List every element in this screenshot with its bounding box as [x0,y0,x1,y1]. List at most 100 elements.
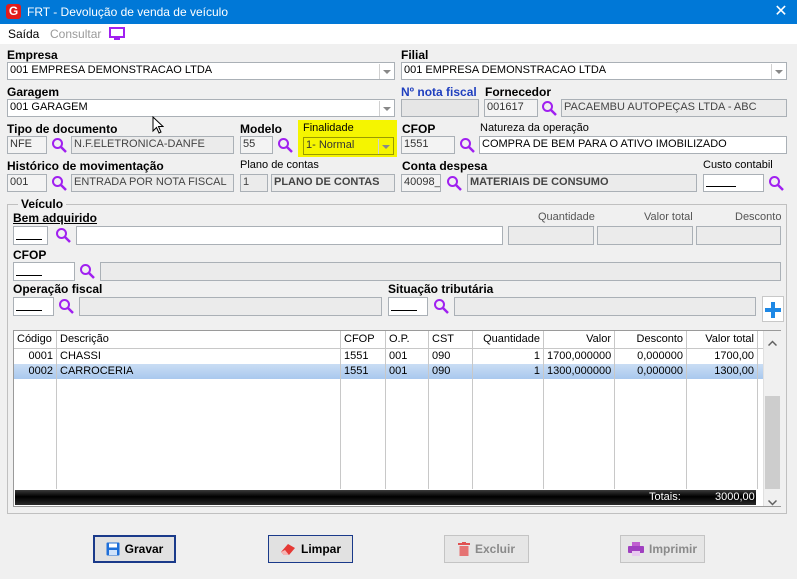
veiculo-cfop-input[interactable] [13,262,75,281]
historico-code-input[interactable]: 001 [7,174,47,192]
plus-icon [765,302,781,318]
operacao-fiscal-description-field [79,297,382,316]
window-title: FRT - Devolução de venda de veículo [27,5,229,19]
menu-saida[interactable]: Saída [8,27,39,41]
quantidade-field [508,226,594,245]
tipo-documento-name-field: N.F.ELETRONICA-DANFE [71,136,234,154]
nota-fiscal-label: Nº nota fiscal [401,85,477,99]
cell-cfop: 1551 [341,349,386,364]
table-row[interactable]: 0001 CHASSI 1551 001 090 1 1700,000000 0… [14,349,763,364]
tipo-documento-label: Tipo de documento [7,122,118,136]
menu-consultar: Consultar [50,27,102,41]
natureza-input[interactable]: COMPRA DE BEM PARA O ATIVO IMOBILIZADO [479,136,787,154]
garagem-label: Garagem [7,85,60,99]
bem-adquirido-code-input[interactable] [13,226,48,245]
desconto-field [696,226,781,245]
cell-codigo: 0001 [14,349,57,364]
finalidade-select[interactable]: 1- Normal [303,137,394,155]
column-header[interactable]: Quantidade [473,331,544,348]
table-row-selected[interactable]: 0002 CARROCERIA 1551 001 090 1 1300,0000… [14,364,763,379]
fornecedor-code-input[interactable]: 001617 [484,99,538,117]
cell-codigo: 0002 [14,364,57,379]
monitor-icon [109,27,125,44]
column-header[interactable]: Código [14,331,57,348]
bem-adquirido-description-input[interactable] [76,226,503,245]
grid-header: Código Descrição CFOP O.P. CST Quantidad… [14,331,763,349]
cfop-input[interactable]: 1551 [401,136,455,154]
cell-valor: 1300,000000 [544,364,615,379]
chevron-down-icon [379,64,393,79]
search-icon[interactable] [277,137,293,153]
veiculo-cfop-description-field [100,262,781,281]
tipo-documento-code-input[interactable]: NFE [7,136,47,154]
valor-total-label: Valor total [644,211,693,223]
bem-adquirido-label: Bem adquirido [13,211,98,225]
vertical-scrollbar[interactable] [763,331,781,506]
cell-desconto: 0,000000 [615,349,687,364]
custo-contabil-input[interactable] [703,174,764,192]
add-item-button[interactable] [762,296,784,322]
valor-total-field [597,226,693,245]
save-icon [106,542,120,556]
cell-valor-total: 1700,00 [687,349,758,364]
garagem-select[interactable]: 001 GARAGEM [7,99,395,117]
desconto-label: Desconto [735,211,782,223]
column-header[interactable]: Valor [544,331,615,348]
close-button[interactable]: ✕ [766,1,796,23]
column-header[interactable]: CST [429,331,473,348]
column-header[interactable]: Desconto [615,331,687,348]
historico-label: Histórico de movimentação [7,159,164,173]
items-grid: Código Descrição CFOP O.P. CST Quantidad… [13,330,781,507]
search-icon[interactable] [446,175,462,191]
scroll-down-icon[interactable] [767,495,778,509]
empresa-value: 001 EMPRESA DEMONSTRACAO LTDA [10,64,213,76]
filial-label: Filial [401,48,429,62]
title-bar: G FRT - Devolução de venda de veículo ✕ [0,0,797,24]
search-icon[interactable] [55,227,71,243]
conta-despesa-code-input[interactable]: 40098_ [401,174,441,192]
search-icon[interactable] [51,137,67,153]
search-icon[interactable] [79,263,95,279]
modelo-input[interactable]: 55 [240,136,273,154]
printer-icon [627,542,644,556]
search-icon[interactable] [459,137,475,153]
column-header[interactable]: CFOP [341,331,386,348]
limpar-button[interactable]: Limpar [268,535,353,563]
imprimir-button[interactable]: Imprimir [620,535,705,563]
filial-select[interactable]: 001 EMPRESA DEMONSTRACAO LTDA [401,62,787,80]
cell-descricao: CHASSI [57,349,341,364]
empresa-select[interactable]: 001 EMPRESA DEMONSTRACAO LTDA [7,62,395,80]
menu-bar: Saída Consultar [0,24,797,44]
excluir-label: Excluir [474,542,516,556]
scroll-thumb[interactable] [765,396,780,489]
operacao-fiscal-code-input[interactable] [13,297,54,316]
search-icon[interactable] [541,100,557,116]
search-icon[interactable] [58,298,74,314]
situacao-tributaria-code-input[interactable] [388,297,428,316]
column-header[interactable]: O.P. [386,331,429,348]
grid-empty-area [14,379,763,489]
natureza-label: Natureza da operação [480,122,589,134]
mouse-cursor-icon [152,115,165,137]
cell-quantidade: 1 [473,349,544,364]
chevron-down-icon [771,64,785,79]
scroll-up-icon[interactable] [767,335,778,349]
cell-desconto: 0,000000 [615,364,687,379]
search-icon[interactable] [51,175,67,191]
filial-value: 001 EMPRESA DEMONSTRACAO LTDA [404,64,607,76]
excluir-button[interactable]: Excluir [444,535,529,563]
search-icon[interactable] [433,298,449,314]
column-header[interactable]: Descrição [57,331,341,348]
gravar-label: Gravar [124,542,164,556]
column-header[interactable]: Valor total [687,331,758,348]
historico-name-field: ENTRADA POR NOTA FISCAL [71,174,234,192]
garagem-value: 001 GARAGEM [10,101,88,113]
situacao-tributaria-description-field [454,297,756,316]
operacao-fiscal-label: Operação fiscal [13,282,103,296]
nota-fiscal-input[interactable] [401,99,479,117]
veiculo-group-label: Veículo [18,197,67,211]
totals-value: 3000,00 [715,491,755,503]
totals-label: Totais: [649,491,681,503]
search-icon[interactable] [768,175,784,191]
gravar-button[interactable]: Gravar [93,535,176,563]
